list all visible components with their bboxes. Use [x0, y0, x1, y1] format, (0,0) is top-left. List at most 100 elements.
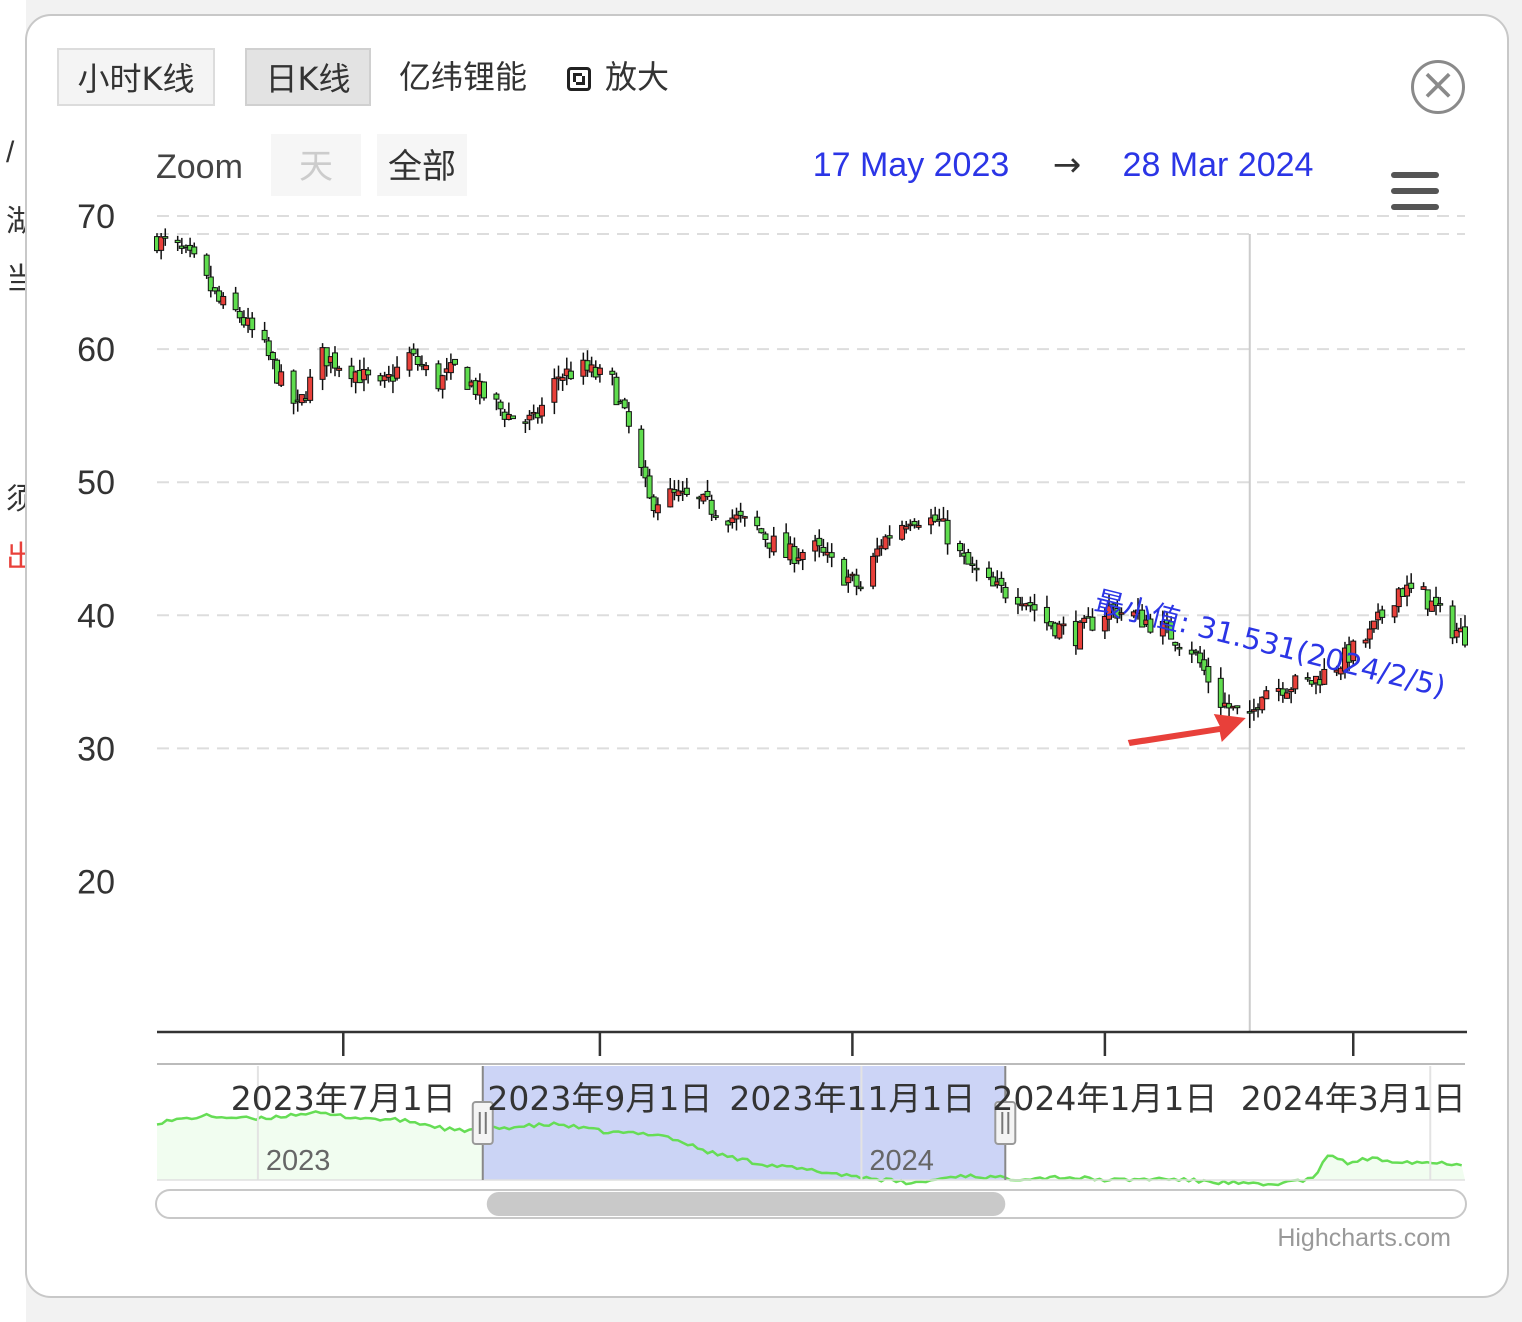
candle — [1366, 628, 1373, 640]
candle — [1043, 606, 1050, 624]
candle — [683, 487, 690, 495]
candle — [526, 414, 533, 421]
candle — [1263, 690, 1270, 700]
candle — [944, 519, 951, 545]
chart-dialog: 小时K线 日K线 亿纬锂能 放大 × 70 60 50 40 30 20 最小值: 31.… — [25, 14, 1509, 1298]
candle — [762, 533, 769, 540]
credits-link[interactable]: Highcharts.com — [1277, 1224, 1451, 1252]
x-tick-label: 2023年9月1日 — [487, 1079, 712, 1118]
candle — [816, 537, 823, 547]
candle — [220, 295, 227, 306]
candle — [497, 401, 504, 410]
candle — [1292, 675, 1299, 690]
candle — [236, 310, 243, 319]
candle — [191, 246, 198, 255]
candle — [870, 555, 877, 587]
candle — [410, 348, 417, 355]
range-button-all[interactable]: 全部 — [388, 147, 456, 187]
candles: 最小值: 31.531(2024/2/5) — [154, 228, 1468, 747]
candle — [522, 421, 529, 424]
candle — [1246, 711, 1253, 714]
candle — [638, 428, 645, 469]
y-tick-label: 50 — [77, 464, 115, 502]
grid-lines — [157, 215, 1465, 1032]
candle — [509, 415, 516, 420]
candle — [903, 526, 910, 530]
candle — [1379, 609, 1386, 618]
candle — [998, 577, 1005, 586]
candle — [758, 528, 765, 534]
y-tick-label: 30 — [77, 730, 115, 768]
candle — [278, 371, 285, 386]
candle — [203, 254, 210, 276]
range-input-from[interactable]: 17 May 2023 — [813, 146, 1010, 184]
candle — [1176, 646, 1183, 650]
x-tick-label: 2024年3月1日 — [1241, 1079, 1466, 1118]
candle — [1002, 586, 1009, 599]
candle — [1060, 623, 1067, 627]
candle — [969, 563, 976, 567]
y-tick-label: 40 — [77, 597, 115, 635]
candle — [857, 586, 864, 590]
candle — [394, 366, 401, 379]
candle — [874, 548, 881, 557]
candle — [985, 567, 992, 579]
candle — [559, 377, 566, 381]
candle — [973, 567, 980, 571]
candle — [493, 393, 500, 400]
candle — [1408, 582, 1415, 589]
hamburger-menu-icon[interactable] — [1391, 172, 1439, 210]
navigator-year-label: 2023 — [266, 1145, 331, 1177]
candle — [609, 370, 616, 375]
candle — [551, 378, 558, 403]
candle — [1362, 639, 1369, 644]
candle — [1284, 692, 1291, 699]
candle — [1288, 688, 1295, 693]
candle — [853, 574, 860, 587]
candle — [737, 510, 744, 516]
candle — [1081, 617, 1088, 623]
range-input-to[interactable]: 28 Mar 2024 — [1123, 146, 1314, 184]
candle — [414, 355, 421, 365]
min-arrow-icon — [1127, 714, 1246, 747]
candle — [1031, 604, 1038, 611]
candle — [704, 490, 711, 498]
scrollbar-thumb[interactable] — [486, 1192, 1006, 1216]
candle — [1370, 620, 1377, 630]
candle — [882, 536, 889, 550]
candle — [1014, 596, 1021, 605]
candle — [1172, 641, 1179, 646]
range-arrow: → — [1053, 145, 1082, 185]
background-text-fragment: / — [6, 136, 15, 169]
candle — [1420, 586, 1427, 590]
candle — [481, 381, 487, 399]
candle — [423, 365, 430, 371]
candle — [621, 399, 628, 409]
candle — [307, 376, 314, 401]
candle — [1089, 616, 1096, 631]
candle — [538, 404, 545, 417]
candle — [452, 358, 459, 365]
navigator[interactable]: 2023 2024 2023年7月1日 2023年9月1日 2023年11月1日 2024… — [155, 1063, 1467, 1219]
candle — [1304, 677, 1311, 680]
candle — [754, 516, 761, 527]
x-tick-label: 2024年1月1日 — [992, 1079, 1217, 1118]
candle — [1391, 605, 1398, 618]
candle — [261, 329, 268, 341]
candle — [845, 576, 852, 584]
y-axis-labels: 70 60 50 40 30 20 — [77, 198, 115, 902]
candle — [799, 551, 806, 561]
y-tick-label: 70 — [77, 198, 115, 236]
y-tick-label: 20 — [77, 864, 115, 902]
candle — [1205, 666, 1212, 683]
candle — [331, 352, 338, 369]
candle — [158, 236, 165, 251]
candle — [269, 352, 276, 360]
range-button-day[interactable]: 天 — [299, 147, 333, 187]
candle — [911, 520, 918, 526]
candle — [965, 552, 972, 565]
candle — [1192, 650, 1199, 654]
candle — [290, 370, 297, 404]
candle — [1250, 709, 1257, 712]
candle — [162, 236, 169, 239]
